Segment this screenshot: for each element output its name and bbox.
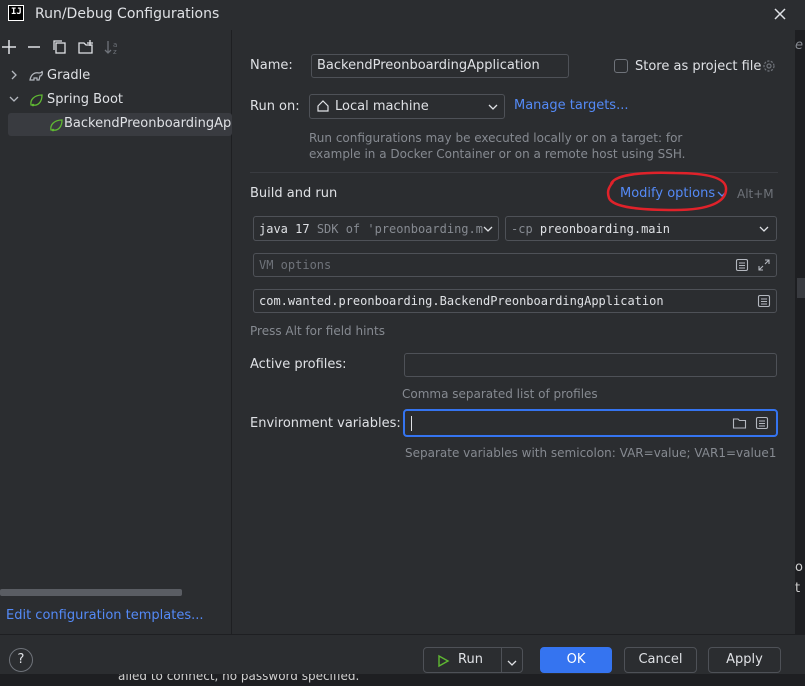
- tree-item-backend-preonboarding[interactable]: BackendPreonboardingApp: [8, 113, 232, 136]
- jdk-dropdown[interactable]: java 17 SDK of 'preonboarding.m: [253, 216, 499, 241]
- tree-item-label: Gradle: [47, 68, 91, 83]
- play-icon: [436, 653, 450, 668]
- edit-configuration-templates-link[interactable]: Edit configuration templates...: [6, 608, 204, 623]
- svg-text:z: z: [113, 48, 117, 56]
- main-class-input[interactable]: com.wanted.preonboarding.BackendPreonboa…: [253, 289, 777, 313]
- text-cursor: [411, 416, 412, 431]
- active-profiles-hint: Comma separated list of profiles: [402, 387, 598, 401]
- field-hints-text: Press Alt for field hints: [250, 324, 385, 338]
- manage-targets-link[interactable]: Manage targets...: [514, 98, 628, 113]
- name-input[interactable]: BackendPreonboardingApplication: [311, 54, 569, 78]
- classpath-module-dropdown[interactable]: -cp preonboarding.main: [505, 216, 777, 241]
- environment-variables-label: Environment variables:: [250, 416, 401, 431]
- help-button[interactable]: ?: [9, 648, 33, 672]
- home-icon: [316, 99, 330, 113]
- jdk-value: java 17 SDK of 'preonboarding.m: [259, 222, 483, 236]
- chevron-down-icon: [482, 223, 494, 235]
- run-on-dropdown[interactable]: Local machine: [309, 94, 505, 119]
- title-bar: IJ Run/Debug Configurations: [0, 0, 805, 30]
- red-annotation-ellipse: [605, 170, 729, 214]
- chevron-right-icon[interactable]: [8, 69, 20, 81]
- expand-text-icon[interactable]: [735, 258, 749, 272]
- horizontal-scrollbar[interactable]: [0, 589, 182, 596]
- background-window-edge: e o t: [795, 30, 805, 634]
- background-text-mid-1: o: [795, 560, 803, 575]
- new-folder-icon[interactable]: [77, 38, 95, 56]
- apply-button[interactable]: Apply: [708, 647, 781, 673]
- run-button-label: Run: [458, 652, 483, 667]
- spring-boot-run-icon: [48, 117, 64, 133]
- background-console-text: ailed to connect, no password specified.: [118, 674, 360, 683]
- main-class-value: com.wanted.preonboarding.BackendPreonboa…: [259, 294, 664, 308]
- tree-item-gradle[interactable]: Gradle: [0, 65, 232, 87]
- chevron-down-icon: [487, 101, 499, 113]
- tree-item-label: BackendPreonboardingApp: [64, 116, 232, 131]
- close-icon[interactable]: [769, 3, 791, 25]
- footer-divider: [0, 634, 805, 635]
- chevron-down-icon: [758, 223, 770, 235]
- vm-options-placeholder: VM options: [259, 258, 332, 272]
- run-on-hint-line-1: Run configurations may be executed local…: [309, 131, 683, 145]
- window-title: Run/Debug Configurations: [35, 6, 220, 22]
- folder-icon[interactable]: [732, 416, 747, 430]
- run-on-hint-line-2: example in a Docker Container or on a re…: [309, 147, 686, 161]
- ok-button[interactable]: OK: [540, 647, 612, 673]
- chevron-down-icon[interactable]: [8, 93, 20, 105]
- store-as-project-file-label: Store as project file: [635, 59, 762, 74]
- active-profiles-label: Active profiles:: [250, 357, 347, 372]
- gradle-icon: [28, 68, 44, 84]
- background-text-top: e: [795, 38, 803, 53]
- chevron-down-icon[interactable]: [506, 654, 518, 666]
- sort-icon[interactable]: az: [103, 38, 121, 56]
- copy-icon[interactable]: [51, 38, 69, 56]
- tree-item-label: Spring Boot: [47, 92, 124, 107]
- environment-variables-input[interactable]: [403, 409, 778, 437]
- classpath-value: -cp preonboarding.main: [511, 222, 670, 236]
- cancel-button[interactable]: Cancel: [624, 647, 697, 673]
- run-on-value: Local machine: [335, 99, 429, 114]
- maximize-icon[interactable]: [757, 258, 771, 272]
- name-input-value: BackendPreonboardingApplication: [317, 58, 540, 73]
- environment-variables-hint: Separate variables with semicolon: VAR=v…: [405, 446, 777, 460]
- gear-icon[interactable]: [761, 58, 777, 74]
- vm-options-input[interactable]: VM options: [253, 253, 777, 277]
- active-profiles-input[interactable]: [404, 353, 777, 377]
- background-text-mid-2: t: [795, 581, 801, 596]
- run-button[interactable]: Run: [423, 647, 523, 673]
- add-icon[interactable]: [0, 38, 18, 56]
- remove-icon[interactable]: [25, 38, 43, 56]
- background-block: [797, 278, 805, 298]
- modify-options-shortcut: Alt+M: [737, 187, 774, 201]
- name-label: Name:: [250, 58, 293, 73]
- run-on-label: Run on:: [250, 99, 300, 114]
- store-as-project-file-checkbox[interactable]: [614, 59, 628, 73]
- background-console-strip: ailed to connect, no password specified.: [0, 674, 805, 686]
- split-divider: [501, 648, 502, 672]
- spring-boot-icon: [28, 92, 44, 108]
- build-and-run-heading: Build and run: [250, 186, 338, 201]
- edit-variables-icon[interactable]: [755, 416, 769, 430]
- intellij-app-icon: IJ: [8, 5, 24, 21]
- browse-class-icon[interactable]: [757, 294, 771, 308]
- tree-item-spring-boot[interactable]: Spring Boot: [0, 89, 232, 111]
